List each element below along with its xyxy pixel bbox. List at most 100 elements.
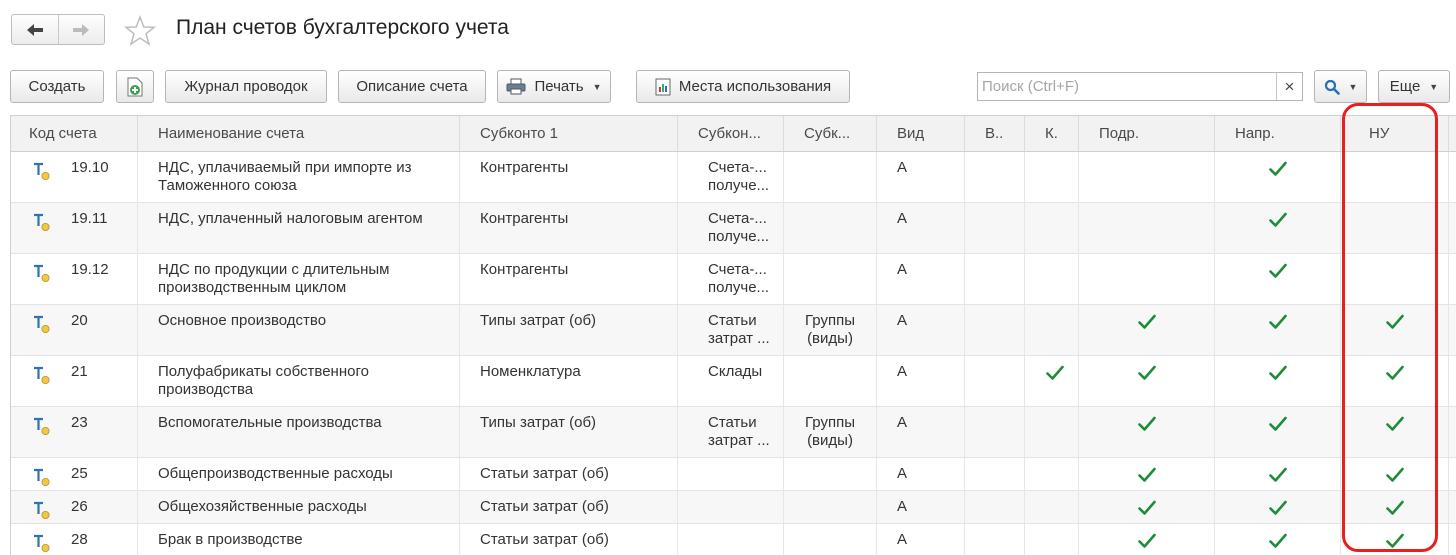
- navigation-buttons: [11, 14, 105, 45]
- subconto-2-line-2: затрат ...: [708, 330, 770, 347]
- table-row[interactable]: 23 Вспомогательные производства Типы затра…: [11, 407, 1456, 458]
- cell-nu: [1341, 491, 1449, 523]
- cell-sub2: [678, 524, 784, 555]
- subconto-1-value: Статьи затрат (об): [480, 498, 609, 515]
- account-description-label: Описание счета: [356, 78, 468, 95]
- cell-podr: [1079, 458, 1215, 490]
- back-button[interactable]: [12, 15, 58, 44]
- check-icon: [1215, 261, 1340, 279]
- account-name-line-2: производственным циклом: [158, 279, 347, 296]
- check-icon: [1341, 465, 1448, 483]
- cell-k: [1025, 254, 1079, 304]
- column-header-podr[interactable]: Подр.: [1079, 116, 1215, 151]
- print-button-label: Печать: [534, 78, 584, 95]
- cell-podr: [1079, 356, 1215, 406]
- check-icon: [1215, 363, 1340, 381]
- check-icon: [1079, 498, 1214, 516]
- cell-sub3: [784, 152, 877, 202]
- account-icon: [33, 366, 53, 386]
- column-header-subconto-1[interactable]: Субконто 1: [460, 116, 678, 151]
- subconto-1-value: Контрагенты: [480, 159, 569, 176]
- search-input[interactable]: [978, 73, 1277, 100]
- clear-search-button[interactable]: ×: [1276, 73, 1302, 100]
- journal-button[interactable]: Журнал проводок: [165, 70, 327, 103]
- create-button[interactable]: Создать: [10, 70, 104, 103]
- table-row[interactable]: 21 Полуфабрикаты собственного производства…: [11, 356, 1456, 407]
- table-row[interactable]: 26 Общехозяйственные расходы Статьи затрат…: [11, 491, 1456, 524]
- column-header-k[interactable]: К.: [1025, 116, 1079, 151]
- cell-sub3: [784, 491, 877, 523]
- subconto-3-line-2: (виды): [807, 330, 853, 347]
- account-name-line-1: Вспомогательные производства: [158, 414, 382, 431]
- cell-name: НДС, уплаченный налоговым агентом: [138, 203, 460, 253]
- forward-button[interactable]: [57, 15, 105, 44]
- usage-places-button[interactable]: Места использования: [636, 70, 850, 103]
- column-header-type[interactable]: Вид: [877, 116, 965, 151]
- cell-nu: [1341, 203, 1449, 253]
- account-icon: [33, 315, 53, 335]
- account-type: А: [897, 414, 908, 431]
- account-description-button[interactable]: Описание счета: [338, 70, 486, 103]
- search-icon: [1324, 79, 1340, 95]
- account-code: 26: [71, 498, 88, 515]
- table-row[interactable]: 28 Брак в производстве Статьи затрат (об) А: [11, 524, 1456, 555]
- cell-type: А: [877, 254, 965, 304]
- check-icon: [1341, 498, 1448, 516]
- account-type: А: [897, 210, 908, 227]
- search-button[interactable]: ▼: [1314, 70, 1367, 103]
- favorite-star-icon[interactable]: [122, 13, 158, 49]
- table-row[interactable]: 19.10 НДС, уплачиваемый при импорте из Там…: [11, 152, 1456, 203]
- check-icon: [1215, 312, 1340, 330]
- check-icon: [1079, 531, 1214, 549]
- more-button[interactable]: Еще ▼: [1378, 70, 1450, 103]
- cell-code: 21: [11, 356, 138, 406]
- table-row[interactable]: 19.11 НДС, уплаченный налоговым агентом Ко…: [11, 203, 1456, 254]
- account-name-line-1: Брак в производстве: [158, 531, 303, 548]
- cell-sub1: Контрагенты: [460, 254, 678, 304]
- table-row[interactable]: 25 Общепроизводственные расходы Статьи зат…: [11, 458, 1456, 491]
- cell-v: [965, 152, 1025, 202]
- cell-k: [1025, 305, 1079, 355]
- subconto-2-line-2: получе...: [708, 279, 770, 296]
- column-header-subconto-2[interactable]: Субкон...: [678, 116, 784, 151]
- table-row[interactable]: 19.12 НДС по продукции с длительным произв…: [11, 254, 1456, 305]
- column-header-napr[interactable]: Напр.: [1215, 116, 1341, 151]
- cell-sub1: Контрагенты: [460, 152, 678, 202]
- column-header-v[interactable]: В..: [965, 116, 1025, 151]
- check-icon: [1079, 465, 1214, 483]
- column-header-name[interactable]: Наименование счета: [138, 116, 460, 151]
- cell-napr: [1215, 407, 1341, 457]
- cell-code: 28: [11, 524, 138, 555]
- subconto-1-value: Статьи затрат (об): [480, 531, 609, 548]
- table-row[interactable]: 20 Основное производство Типы затрат (об) С…: [11, 305, 1456, 356]
- cell-name: Полуфабрикаты собственного производства: [138, 356, 460, 406]
- column-header-code[interactable]: Код счета: [11, 116, 138, 151]
- account-name-line-2: Таможенного союза: [158, 177, 297, 194]
- check-icon: [1215, 159, 1340, 177]
- add-copy-icon: [127, 77, 143, 96]
- cell-nu: [1341, 356, 1449, 406]
- cell-napr: [1215, 203, 1341, 253]
- subconto-2-line-1: Счета-...: [708, 210, 767, 227]
- copy-button[interactable]: [116, 70, 154, 103]
- cell-sub1: Статьи затрат (об): [460, 491, 678, 523]
- print-button[interactable]: Печать ▼: [497, 70, 611, 103]
- cell-v: [965, 491, 1025, 523]
- column-header-nu[interactable]: НУ: [1341, 116, 1449, 151]
- subconto-2-line-2: получе...: [708, 177, 770, 194]
- cell-v: [965, 254, 1025, 304]
- title-bar: План счетов бухгалтерского учета: [0, 0, 1456, 62]
- check-icon: [1215, 465, 1340, 483]
- cell-nu: [1341, 407, 1449, 457]
- cell-sub1: Типы затрат (об): [460, 305, 678, 355]
- cell-podr: [1079, 305, 1215, 355]
- cell-sub3: Группы (виды): [784, 305, 877, 355]
- cell-podr: [1079, 152, 1215, 202]
- cell-name: Общепроизводственные расходы: [138, 458, 460, 490]
- column-header-subconto-3[interactable]: Субк...: [784, 116, 877, 151]
- check-icon: [1341, 414, 1448, 432]
- account-code: 23: [71, 414, 88, 431]
- cell-sub3: [784, 203, 877, 253]
- cell-napr: [1215, 356, 1341, 406]
- subconto-1-value: Контрагенты: [480, 261, 569, 278]
